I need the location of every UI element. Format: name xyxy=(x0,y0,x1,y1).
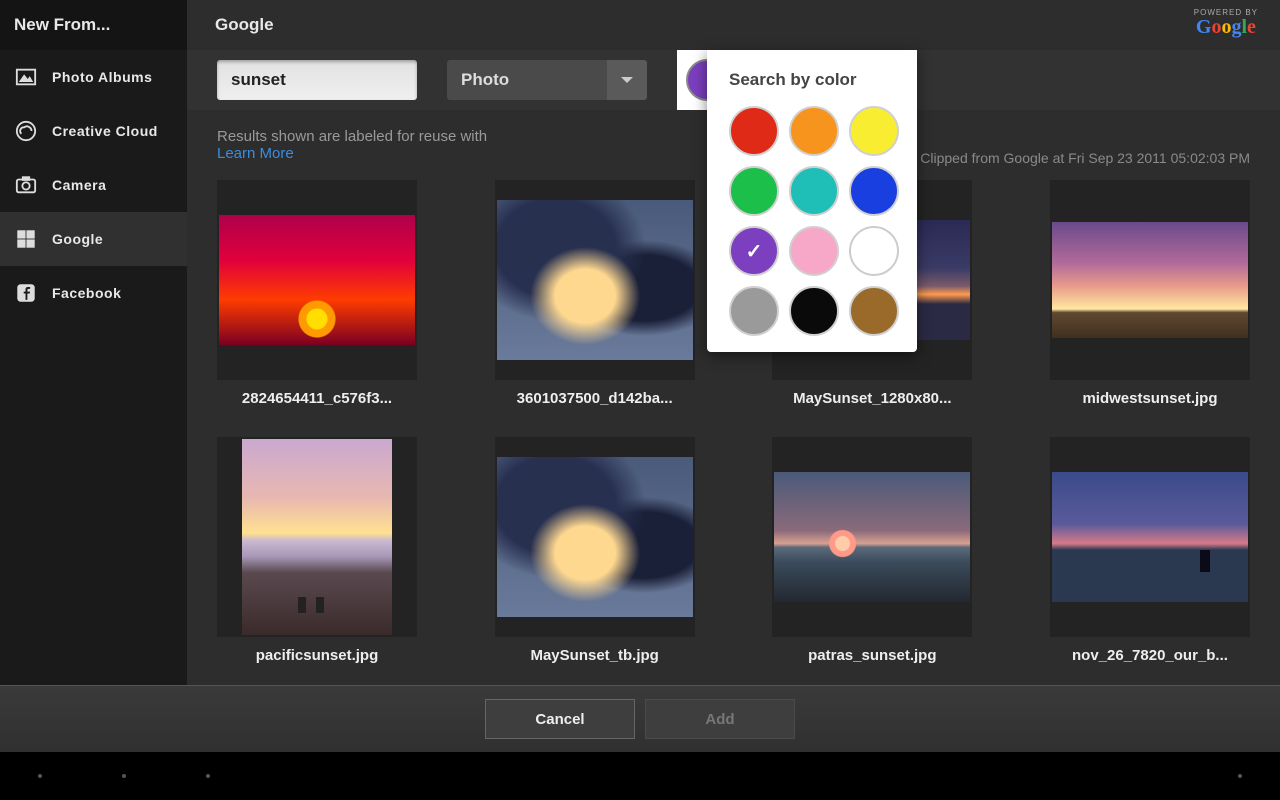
clipped-timestamp: Clipped from Google at Fri Sep 23 2011 0… xyxy=(920,128,1250,166)
result-thumbnail[interactable] xyxy=(1050,180,1250,380)
bottom-dock xyxy=(0,752,1280,800)
result-filename: nov_26_7820_our_b... xyxy=(1050,647,1250,664)
result-thumbnail[interactable] xyxy=(217,180,417,380)
result-filename: MaySunset_1280x80... xyxy=(772,390,972,407)
color-option-purple[interactable] xyxy=(729,226,779,276)
result-filename: patras_sunset.jpg xyxy=(772,647,972,664)
creative-cloud-icon xyxy=(14,119,38,143)
action-bar: Cancel Add xyxy=(0,685,1280,752)
result-thumbnail[interactable] xyxy=(495,437,695,637)
search-input[interactable] xyxy=(217,60,417,100)
sidebar-item-label: Camera xyxy=(52,177,106,193)
google-logo: Google xyxy=(1194,17,1258,37)
result-card: 2824654411_c576f3... xyxy=(217,180,417,407)
result-thumbnail[interactable] xyxy=(217,437,417,637)
color-option-brown[interactable] xyxy=(849,286,899,336)
result-card: MaySunset_tb.jpg xyxy=(495,437,695,664)
sidebar-item-facebook[interactable]: Facebook xyxy=(0,266,187,320)
dock-dot xyxy=(206,774,210,778)
sidebar-item-camera[interactable]: Camera xyxy=(0,158,187,212)
color-option-green[interactable] xyxy=(729,166,779,216)
color-option-pink[interactable] xyxy=(789,226,839,276)
result-filename: 3601037500_d142ba... xyxy=(495,390,695,407)
result-filename: 2824654411_c576f3... xyxy=(217,390,417,407)
google-icon xyxy=(14,227,38,251)
result-card: pacificsunset.jpg xyxy=(217,437,417,664)
cancel-button[interactable]: Cancel xyxy=(485,699,635,739)
color-option-red[interactable] xyxy=(729,106,779,156)
color-picker-title: Search by color xyxy=(729,70,903,90)
dock-dot xyxy=(122,774,126,778)
result-thumbnail[interactable] xyxy=(1050,437,1250,637)
camera-icon xyxy=(14,173,38,197)
dialog-title: New From... xyxy=(0,0,187,50)
facebook-icon xyxy=(14,281,38,305)
dock-dot xyxy=(38,774,42,778)
sidebar-item-google[interactable]: Google xyxy=(0,212,187,266)
color-option-orange[interactable] xyxy=(789,106,839,156)
powered-by-google: POWERED BY Google xyxy=(1194,8,1258,37)
result-card: 3601037500_d142ba... xyxy=(495,180,695,407)
color-picker-popover: Search by color xyxy=(707,50,917,352)
media-type-label: Photo xyxy=(447,70,607,90)
add-button[interactable]: Add xyxy=(645,699,795,739)
color-option-blue[interactable] xyxy=(849,166,899,216)
sidebar-item-creative-cloud[interactable]: Creative Cloud xyxy=(0,104,187,158)
media-type-select[interactable]: Photo xyxy=(447,60,647,100)
sidebar-item-label: Creative Cloud xyxy=(52,123,158,139)
color-option-teal[interactable] xyxy=(789,166,839,216)
color-option-white[interactable] xyxy=(849,226,899,276)
result-filename: MaySunset_tb.jpg xyxy=(495,647,695,664)
color-option-yellow[interactable] xyxy=(849,106,899,156)
source-title: Google POWERED BY Google xyxy=(187,0,1280,50)
chevron-down-icon xyxy=(607,60,647,100)
source-title-label: Google xyxy=(215,15,274,35)
photo-album-icon xyxy=(14,65,38,89)
sidebar-item-photo-albums[interactable]: Photo Albums xyxy=(0,50,187,104)
result-thumbnail[interactable] xyxy=(495,180,695,380)
result-card: nov_26_7820_our_b... xyxy=(1050,437,1250,664)
results-license-label: Results shown are labeled for reuse with xyxy=(217,128,487,145)
result-filename: pacificsunset.jpg xyxy=(217,647,417,664)
sidebar-item-label: Photo Albums xyxy=(52,69,152,85)
source-sidebar: Photo Albums Creative Cloud Camera Googl… xyxy=(0,50,187,685)
sidebar-item-label: Google xyxy=(52,231,103,247)
color-option-black[interactable] xyxy=(789,286,839,336)
dock-dot xyxy=(1238,774,1242,778)
result-thumbnail[interactable] xyxy=(772,437,972,637)
result-card: patras_sunset.jpg xyxy=(772,437,972,664)
result-card: midwestsunset.jpg xyxy=(1050,180,1250,407)
color-option-gray[interactable] xyxy=(729,286,779,336)
result-filename: midwestsunset.jpg xyxy=(1050,390,1250,407)
learn-more-link[interactable]: Learn More xyxy=(217,145,294,162)
sidebar-item-label: Facebook xyxy=(52,285,121,301)
